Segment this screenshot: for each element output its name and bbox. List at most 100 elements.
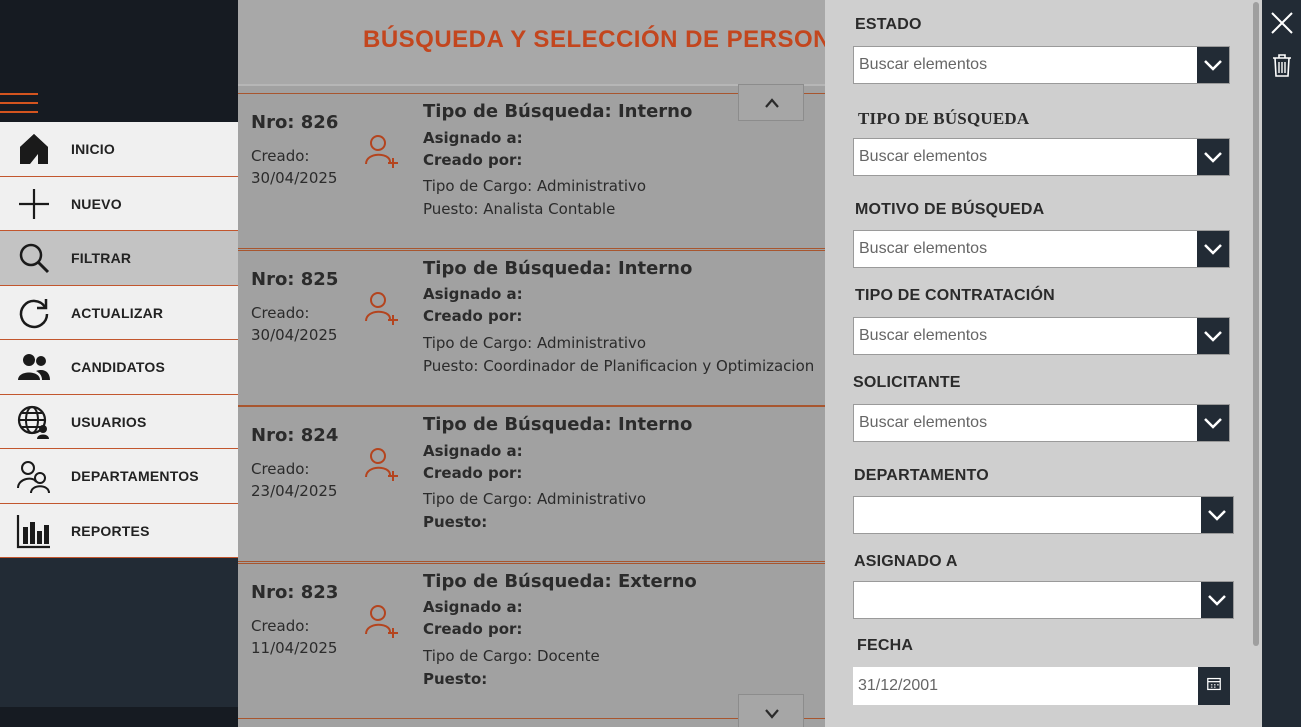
job-position: Puesto: xyxy=(423,513,488,531)
list-item[interactable]: Nro: 824 Creado: 23/04/2025 Tipo de Búsq… xyxy=(238,406,825,562)
nav-item-actualizar[interactable]: ACTUALIZAR xyxy=(0,285,238,340)
motivo-label: MOTIVO DE BÚSQUEDA xyxy=(855,201,1045,218)
header-divider xyxy=(238,84,825,86)
nav-label: ACTUALIZAR xyxy=(71,304,164,321)
created-label: Creado: xyxy=(251,304,310,322)
filter-panel: ESTADO Buscar elementos TIPO DE BÚSQUEDA… xyxy=(825,0,1262,727)
nav-label: FILTRAR xyxy=(71,250,132,266)
created-by: Creado por: xyxy=(423,151,523,169)
search-list-area: BÚSQUEDA Y SELECCIÓN DE PERSONAL Nro: 82… xyxy=(238,0,825,727)
bar-chart-icon xyxy=(16,513,52,549)
scroll-up-button[interactable] xyxy=(738,84,804,121)
chevron-down-icon xyxy=(1208,595,1226,606)
list-item[interactable]: Nro: 823 Creado: 11/04/2025 Tipo de Búsq… xyxy=(238,563,825,719)
estado-dropdown[interactable]: Buscar elementos xyxy=(853,46,1230,84)
dropdown-toggle[interactable] xyxy=(1197,47,1229,83)
list-item[interactable]: Nro: 826 Creado: 30/04/2025 Tipo de Búsq… xyxy=(238,93,825,249)
record-number: Nro: 825 xyxy=(251,269,339,290)
search-type: Tipo de Búsqueda: Interno xyxy=(423,101,693,122)
dropdown-toggle[interactable] xyxy=(1197,405,1229,441)
dropdown-toggle[interactable] xyxy=(1197,231,1229,267)
fecha-value: 31/12/2001 xyxy=(858,677,939,694)
nav-list: INICIO NUEVO FILTRAR ACTUALIZAR CANDIDAT… xyxy=(0,122,238,558)
job-position: Puesto: Analista Contable xyxy=(423,200,616,218)
page-title: BÚSQUEDA Y SELECCIÓN DE PERSONAL xyxy=(363,26,825,53)
created-by: Creado por: xyxy=(423,620,523,638)
job-type: Tipo de Cargo: Administrativo xyxy=(423,490,647,508)
fecha-date-picker[interactable]: 31/12/2001 xyxy=(853,667,1230,705)
main-header: BÚSQUEDA Y SELECCIÓN DE PERSONAL xyxy=(238,0,825,84)
solicitante-placeholder: Buscar elementos xyxy=(859,414,988,431)
calendar-icon xyxy=(1207,677,1221,691)
estado-label: ESTADO xyxy=(855,16,922,33)
asignado-a-label: ASIGNADO A xyxy=(854,553,958,570)
solicitante-dropdown[interactable]: Buscar elementos xyxy=(853,404,1230,442)
add-user-icon[interactable] xyxy=(365,134,399,168)
people-icon xyxy=(16,349,52,385)
nav-item-nuevo[interactable]: NUEVO xyxy=(0,176,238,231)
motivo-placeholder: Buscar elementos xyxy=(859,240,988,257)
asignado-a-combobox[interactable] xyxy=(853,581,1234,619)
record-number: Nro: 823 xyxy=(251,582,339,603)
nav-footer xyxy=(0,707,238,727)
departamento-combobox[interactable] xyxy=(853,496,1234,534)
created-date: 23/04/2025 xyxy=(251,482,338,500)
search-icon xyxy=(16,240,52,276)
tipo-contratacion-dropdown[interactable]: Buscar elementos xyxy=(853,317,1230,355)
add-user-icon[interactable] xyxy=(365,604,399,638)
tipo-contratacion-placeholder: Buscar elementos xyxy=(859,327,988,344)
solicitante-label: SOLICITANTE xyxy=(853,374,961,391)
fecha-label: FECHA xyxy=(857,637,914,654)
job-position: Puesto: Coordinador de Planificacion y O… xyxy=(423,357,815,375)
trash-icon xyxy=(1273,54,1291,77)
tipo-contratacion-label: TIPO DE CONTRATACIÓN xyxy=(855,287,1055,304)
motivo-dropdown[interactable]: Buscar elementos xyxy=(853,230,1230,268)
chevron-up-icon xyxy=(765,98,779,108)
assigned-to: Asignado a: xyxy=(423,598,523,616)
nav-item-usuarios[interactable]: USUARIOS xyxy=(0,394,238,449)
scroll-down-button[interactable] xyxy=(738,694,804,727)
chevron-down-icon xyxy=(765,709,779,719)
delete-button[interactable] xyxy=(1270,53,1294,77)
job-position: Puesto: xyxy=(423,670,488,688)
chevron-down-icon xyxy=(1204,418,1222,429)
close-button[interactable] xyxy=(1270,11,1294,35)
job-type: Tipo de Cargo: Docente xyxy=(423,647,600,665)
nav-item-candidatos[interactable]: CANDIDATOS xyxy=(0,340,238,395)
refresh-icon xyxy=(16,295,52,331)
nav-item-departamentos[interactable]: DEPARTAMENTOS xyxy=(0,449,238,504)
chevron-down-icon xyxy=(1204,244,1222,255)
assigned-to: Asignado a: xyxy=(423,442,523,460)
chevron-down-icon xyxy=(1204,152,1222,163)
departamento-label: DEPARTAMENTO xyxy=(854,467,989,484)
chevron-down-icon xyxy=(1204,60,1222,71)
list-item[interactable]: Nro: 825 Creado: 30/04/2025 Tipo de Búsq… xyxy=(238,250,825,406)
chevron-down-icon xyxy=(1204,331,1222,342)
panel-scrollbar[interactable] xyxy=(1253,2,1259,646)
nav-item-inicio[interactable]: INICIO xyxy=(0,122,238,177)
dropdown-toggle[interactable] xyxy=(1201,497,1233,533)
assigned-to: Asignado a: xyxy=(423,129,523,147)
nav-label: REPORTES xyxy=(71,522,150,539)
nav-item-reportes[interactable]: REPORTES xyxy=(0,503,238,558)
created-date: 30/04/2025 xyxy=(251,169,338,187)
dropdown-toggle[interactable] xyxy=(1201,582,1233,618)
calendar-button[interactable] xyxy=(1198,667,1230,705)
group-outline-icon xyxy=(16,458,52,494)
created-date: 30/04/2025 xyxy=(251,326,338,344)
job-type: Tipo de Cargo: Administrativo xyxy=(423,334,647,352)
tipo-busqueda-dropdown[interactable]: Buscar elementos xyxy=(853,138,1230,176)
dropdown-toggle[interactable] xyxy=(1197,139,1229,175)
nav-label: INICIO xyxy=(71,141,115,157)
nav-item-filtrar[interactable]: FILTRAR xyxy=(0,231,238,286)
globe-user-icon xyxy=(16,404,52,440)
estado-placeholder: Buscar elementos xyxy=(859,56,988,73)
record-number: Nro: 824 xyxy=(251,425,339,446)
hamburger-menu-icon[interactable] xyxy=(0,93,38,117)
dropdown-toggle[interactable] xyxy=(1197,318,1229,354)
add-user-icon[interactable] xyxy=(365,291,399,325)
nav-label: DEPARTAMENTOS xyxy=(71,468,199,484)
nav-label: USUARIOS xyxy=(71,413,147,430)
record-number: Nro: 826 xyxy=(251,112,339,133)
add-user-icon[interactable] xyxy=(365,447,399,481)
